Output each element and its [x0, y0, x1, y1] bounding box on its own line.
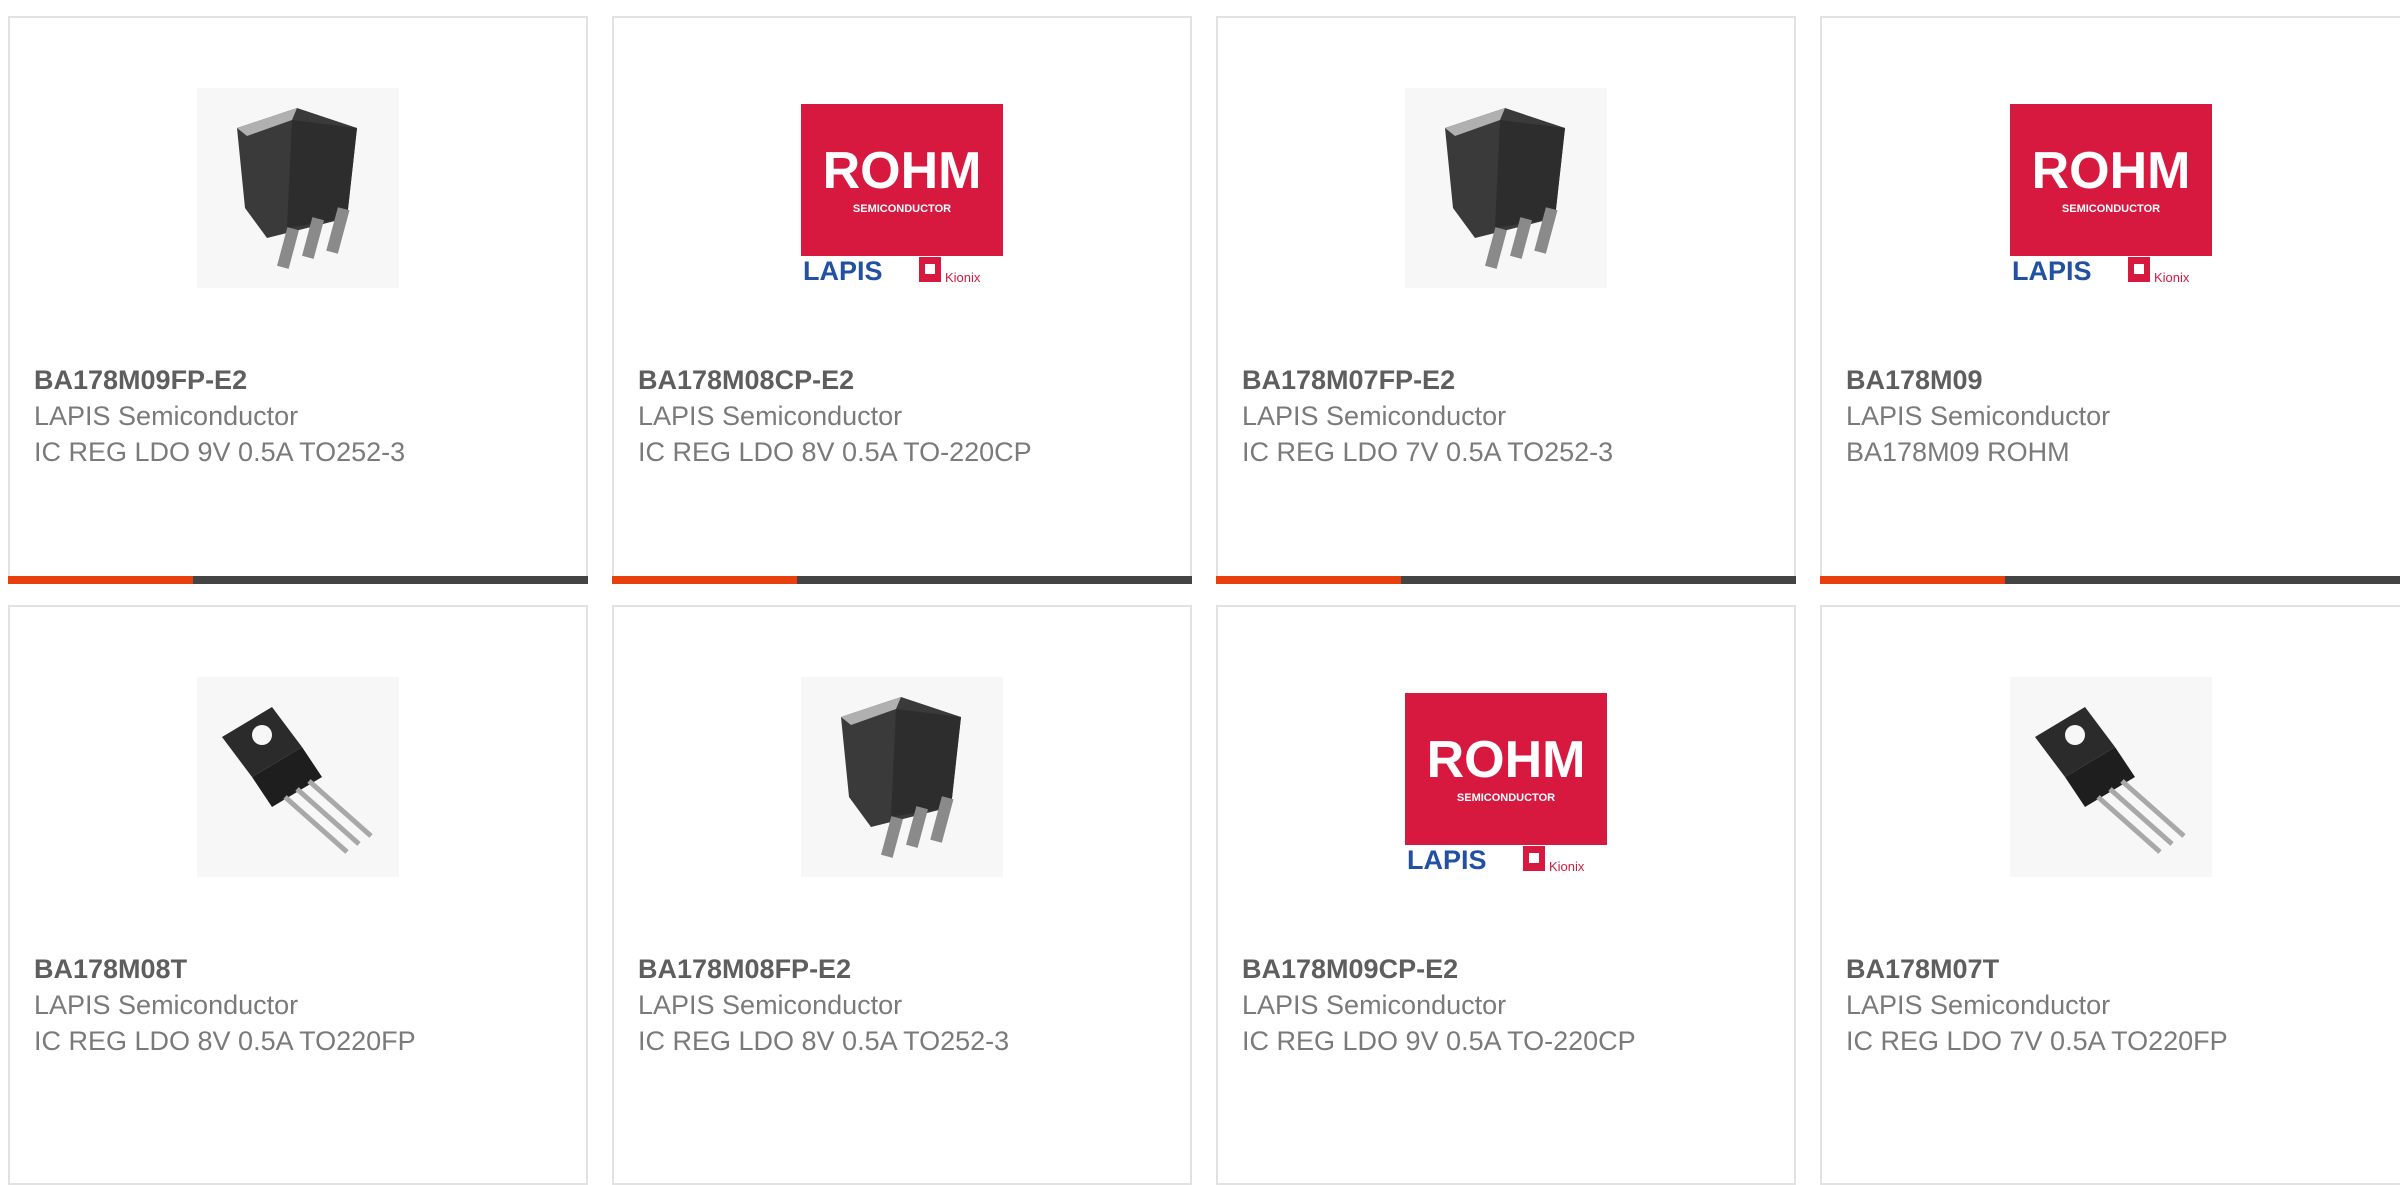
manufacturer: LAPIS Semiconductor: [1242, 401, 1507, 431]
rohm-logo-image: ROHM SEMICONDUCTOR LAPIS Kionix: [801, 88, 1003, 288]
description: BA178M09 ROHM: [1846, 437, 2070, 467]
card-bar: [1820, 576, 2400, 584]
to252-package-image: [197, 88, 399, 288]
manufacturer: LAPIS Semiconductor: [638, 401, 903, 431]
rohm-text: ROHM: [2032, 142, 2191, 200]
to252-package-image: [801, 677, 1003, 877]
kionix-text: Kionix: [2154, 270, 2190, 285]
kionix-text: Kionix: [945, 270, 981, 285]
rohm-text: ROHM: [1427, 731, 1586, 789]
card-bar: [612, 576, 1192, 584]
rohm-logo-image: ROHM SEMICONDUCTOR LAPIS Kionix: [1405, 677, 1607, 877]
part-number[interactable]: BA178M08CP-E2: [638, 362, 1170, 398]
to220-package-image: [2010, 677, 2212, 877]
manufacturer: LAPIS Semiconductor: [1846, 990, 2111, 1020]
description: IC REG LDO 9V 0.5A TO-220CP: [1242, 1026, 1636, 1056]
lapis-text: LAPIS: [2012, 256, 2092, 286]
card-accent: [1216, 576, 1401, 584]
description: IC REG LDO 8V 0.5A TO-220CP: [638, 437, 1032, 467]
manufacturer: LAPIS Semiconductor: [34, 990, 299, 1020]
product-card[interactable]: ROHM SEMICONDUCTOR LAPIS Kionix BA178M09CP-…: [1216, 605, 1796, 1185]
part-number[interactable]: BA178M08FP-E2: [638, 951, 1170, 987]
manufacturer: LAPIS Semiconductor: [1846, 401, 2111, 431]
part-number[interactable]: BA178M07T: [1846, 951, 2380, 987]
part-number[interactable]: BA178M09CP-E2: [1242, 951, 1774, 987]
kionix-text: Kionix: [1549, 859, 1585, 874]
product-card[interactable]: BA178M09FP-E2 LAPIS Semiconductor IC REG…: [8, 16, 588, 584]
card-bar: [8, 576, 588, 584]
to220-package-image: [197, 677, 399, 877]
manufacturer: LAPIS Semiconductor: [34, 401, 299, 431]
lapis-text: LAPIS: [1407, 845, 1487, 875]
description: IC REG LDO 7V 0.5A TO220FP: [1846, 1026, 2228, 1056]
manufacturer: LAPIS Semiconductor: [638, 990, 903, 1020]
part-number[interactable]: BA178M08T: [34, 951, 566, 987]
rohm-sub: SEMICONDUCTOR: [2062, 203, 2160, 215]
product-grid: BA178M09FP-E2 LAPIS Semiconductor IC REG…: [0, 0, 2400, 1185]
description: IC REG LDO 8V 0.5A TO220FP: [34, 1026, 416, 1056]
lapis-text: LAPIS: [803, 256, 883, 286]
to252-package-image: [1405, 88, 1607, 288]
product-card[interactable]: BA178M08FP-E2 LAPIS Semiconductor IC REG…: [612, 605, 1192, 1185]
product-card[interactable]: BA178M07FP-E2 LAPIS Semiconductor IC REG…: [1216, 16, 1796, 584]
product-card[interactable]: BA178M08T LAPIS Semiconductor IC REG LDO…: [8, 605, 588, 1185]
card-accent: [612, 576, 797, 584]
rohm-sub: SEMICONDUCTOR: [1457, 792, 1555, 804]
product-card[interactable]: ROHM SEMICONDUCTOR LAPIS Kionix BA178M08CP-…: [612, 16, 1192, 584]
product-card[interactable]: ROHM SEMICONDUCTOR LAPIS Kionix BA178M09 LA…: [1820, 16, 2400, 584]
description: IC REG LDO 9V 0.5A TO252-3: [34, 437, 406, 467]
rohm-logo-image: ROHM SEMICONDUCTOR LAPIS Kionix: [2010, 88, 2212, 288]
card-bar: [1216, 576, 1796, 584]
manufacturer: LAPIS Semiconductor: [1242, 990, 1507, 1020]
part-number[interactable]: BA178M09: [1846, 362, 2380, 398]
card-accent: [8, 576, 193, 584]
description: IC REG LDO 7V 0.5A TO252-3: [1242, 437, 1614, 467]
rohm-text: ROHM: [823, 142, 982, 200]
rohm-sub: SEMICONDUCTOR: [853, 203, 951, 215]
description: IC REG LDO 8V 0.5A TO252-3: [638, 1026, 1010, 1056]
part-number[interactable]: BA178M07FP-E2: [1242, 362, 1774, 398]
card-accent: [1820, 576, 2005, 584]
product-card[interactable]: BA178M07T LAPIS Semiconductor IC REG LDO…: [1820, 605, 2400, 1185]
part-number[interactable]: BA178M09FP-E2: [34, 362, 566, 398]
